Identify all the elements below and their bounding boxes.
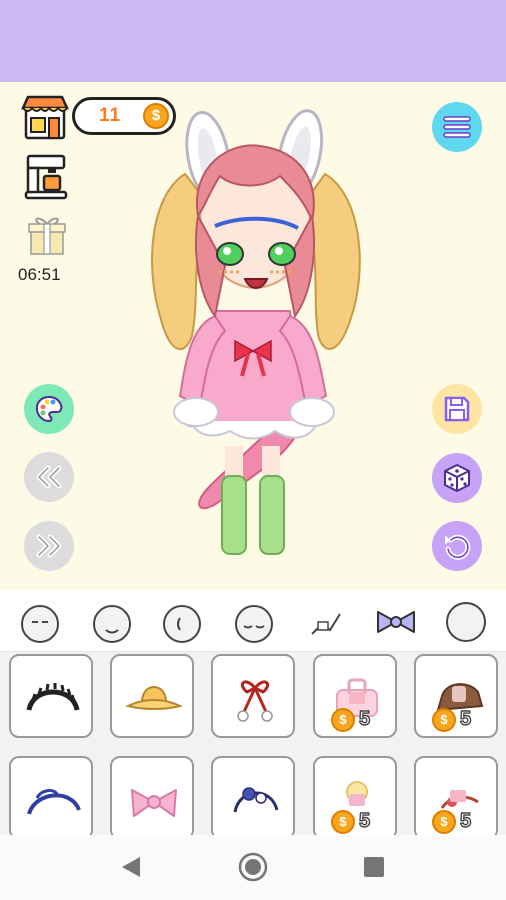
- undo-button[interactable]: [432, 521, 482, 571]
- category-mouth[interactable]: [90, 600, 134, 644]
- coin-icon: $: [432, 810, 456, 834]
- save-button[interactable]: [432, 384, 482, 434]
- dice-icon: [444, 464, 470, 492]
- category-eyes[interactable]: [232, 600, 276, 644]
- coffee-machine-icon: [24, 154, 68, 200]
- item-price: 5: [459, 707, 472, 730]
- top-bar: [0, 0, 506, 82]
- random-button[interactable]: [432, 453, 482, 503]
- price-tag: $ 5: [432, 809, 492, 834]
- category-ear[interactable]: [160, 600, 204, 644]
- item-price: 5: [358, 707, 371, 730]
- price-tag: $ 5: [331, 809, 391, 834]
- system-nav-bar: [0, 835, 506, 900]
- bow-icon: [377, 611, 415, 633]
- coffee-machine-button[interactable]: [22, 152, 70, 200]
- pink-dress: [173, 310, 335, 440]
- coin-icon: $: [432, 708, 456, 732]
- back-triangle-icon[interactable]: [120, 855, 142, 879]
- gift-icon: [28, 217, 66, 255]
- palette-button[interactable]: [24, 384, 74, 434]
- category-face-accessory[interactable]: [304, 600, 348, 644]
- ribbon-icon: [237, 680, 273, 722]
- item-tile[interactable]: $ 5: [414, 654, 498, 738]
- face-accessory-icon: [311, 613, 341, 635]
- double-chevron-left-icon: [36, 465, 62, 489]
- eyes-closed-icon: [235, 605, 273, 643]
- item-tile[interactable]: [9, 654, 93, 738]
- shop-button[interactable]: [20, 94, 70, 140]
- coin-count: 11: [99, 105, 122, 126]
- home-circle-icon[interactable]: [238, 852, 268, 882]
- headband-icon: [26, 683, 80, 711]
- item-tile[interactable]: [9, 756, 93, 835]
- menu-button[interactable]: [432, 102, 482, 152]
- item-tile[interactable]: [211, 756, 295, 835]
- pink-bow-icon: [131, 789, 177, 817]
- gift-timer: 06:51: [18, 265, 61, 284]
- recents-square-icon[interactable]: [364, 857, 384, 877]
- feather-headband-icon: [27, 789, 81, 815]
- item-tile[interactable]: [211, 654, 295, 738]
- shop-icon: [21, 95, 69, 140]
- head-icon: [446, 602, 486, 642]
- category-face-shape[interactable]: [18, 600, 62, 644]
- next-button[interactable]: [24, 521, 74, 571]
- item-tile[interactable]: $ 5: [414, 756, 498, 835]
- price-tag: $ 5: [331, 707, 391, 732]
- coin-icon: $: [331, 810, 355, 834]
- previous-button[interactable]: [24, 452, 74, 502]
- category-head[interactable]: [444, 600, 488, 644]
- price-tag: $ 5: [432, 707, 492, 732]
- item-price: 5: [459, 809, 472, 832]
- palette-icon: [35, 395, 63, 423]
- item-tile[interactable]: $ 5: [313, 654, 397, 738]
- item-tile[interactable]: $ 5: [313, 756, 397, 835]
- category-bow[interactable]: [374, 600, 418, 644]
- flower-crown-icon: [233, 787, 279, 813]
- item-tile[interactable]: [110, 654, 194, 738]
- ear-icon: [163, 605, 201, 643]
- item-tile[interactable]: [110, 756, 194, 835]
- save-icon: [444, 396, 470, 422]
- gift-button[interactable]: [26, 212, 68, 256]
- category-bar: [0, 590, 506, 652]
- mouth-icon: [93, 605, 131, 643]
- item-price: 5: [358, 809, 371, 832]
- coin-icon: $: [331, 708, 355, 732]
- doll-character: [151, 109, 361, 555]
- menu-icon: [443, 116, 471, 138]
- undo-icon: [445, 534, 471, 560]
- head: [195, 144, 315, 319]
- face-shape-icon: [21, 605, 59, 643]
- item-grid: $ 5 $ 5 $ 5 $ 5: [0, 652, 506, 835]
- double-chevron-right-icon: [36, 534, 62, 558]
- sun-hat-icon: [125, 686, 183, 710]
